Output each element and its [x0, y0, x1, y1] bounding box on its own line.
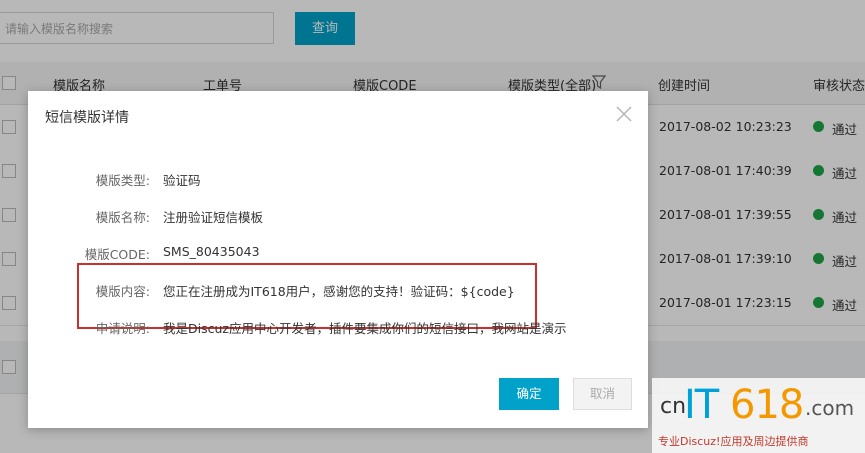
template-detail-dialog: 短信模版详情 模版类型: 验证码 模版名称: 注册验证短信模板 模版CODE: …: [28, 91, 648, 428]
dialog-title: 短信模版详情: [45, 110, 129, 126]
field-value-name: 注册验证短信模板: [163, 210, 264, 225]
close-icon[interactable]: [614, 104, 634, 124]
watermark-brand-number: 618: [730, 382, 804, 428]
field-label-name: 模版名称:: [95, 210, 150, 225]
field-label-code: 模版CODE:: [84, 247, 150, 262]
watermark-tagline: 专业Discuz!应用及周边提供商: [658, 435, 809, 448]
field-label-description: 申请说明:: [95, 321, 150, 336]
field-value-type: 验证码: [163, 173, 201, 188]
watermark-logo: cn IT 618 .com 专业Discuz!应用及周边提供商: [652, 378, 865, 453]
field-value-description: 我是Discuz应用中心开发者，插件要集成你们的短信接口，我网站是演示: [163, 321, 567, 336]
field-label-content: 模版内容:: [95, 284, 150, 299]
watermark-brand-it: IT: [684, 382, 719, 428]
watermark-suffix: .com: [805, 396, 855, 420]
confirm-button[interactable]: 确定: [499, 378, 559, 410]
field-value-code: SMS_80435043: [163, 244, 260, 259]
field-value-content: 您正在注册成为IT618用户，感谢您的支持！验证码：${code}: [163, 284, 515, 299]
watermark-prefix: cn: [660, 394, 687, 419]
field-label-type: 模版类型:: [95, 173, 150, 188]
cancel-button[interactable]: 取消: [573, 378, 632, 410]
